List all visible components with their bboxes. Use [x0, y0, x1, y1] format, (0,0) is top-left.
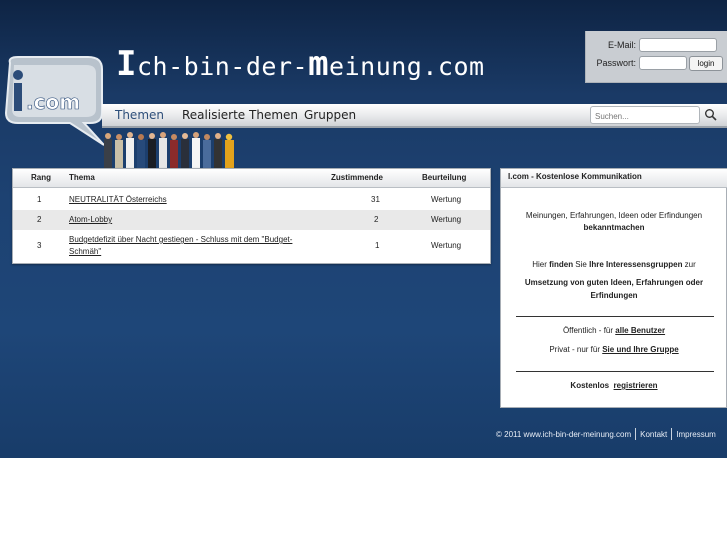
private-access-line: Privat - nur für Sie und Ihre Gruppe — [549, 345, 679, 354]
rank-cell: 1 — [37, 195, 42, 204]
info-panel-title: I.com - Kostenlose Kommunikation — [501, 169, 727, 188]
page-background: .com Ich-bin-der-meinung.com E-Mail: Pas… — [0, 0, 727, 458]
rank-cell: 2 — [37, 215, 42, 224]
column-header-agree: Zustimmende — [331, 173, 384, 182]
logo-speech-bubble[interactable]: .com — [0, 55, 106, 147]
logo-text: .com — [26, 90, 80, 114]
info-text-line1b: bekanntmachen — [583, 223, 645, 232]
all-users-link[interactable]: alle Benutzer — [615, 326, 665, 335]
topic-link[interactable]: NEUTRALITÄT Österreichs — [69, 195, 167, 204]
login-box: E-Mail: Passwort: login — [585, 31, 727, 83]
topic-link[interactable]: Budgetdefizit über Nacht gestiegen - Sch… — [69, 234, 314, 258]
email-label: E-Mail: — [607, 40, 636, 50]
table-header: Rang Thema Zustimmende Beurteilung — [13, 169, 490, 188]
rating-cell[interactable]: Wertung — [431, 195, 461, 204]
password-label: Passwort: — [596, 58, 636, 68]
password-input[interactable] — [639, 56, 687, 70]
nav-item-realisierte-themen[interactable]: Realisierte Themen — [182, 108, 298, 122]
table-row: 2 Atom-Lobby 2 Wertung — [13, 210, 490, 230]
topics-table: Rang Thema Zustimmende Beurteilung 1 NEU… — [12, 168, 491, 264]
nav-item-gruppen[interactable]: Gruppen — [304, 108, 356, 122]
footer-imprint-link[interactable]: Impressum — [676, 430, 716, 439]
login-button[interactable]: login — [689, 56, 723, 71]
info-text-line3: Umsetzung von guten Ideen, Erfahrungen o… — [524, 278, 704, 300]
footer: © 2011 www.ich-bin-der-meinung.com Kontak… — [496, 428, 716, 440]
page: .com Ich-bin-der-meinung.com E-Mail: Pas… — [0, 0, 727, 545]
site-title-prefix: ch-bin-der- — [136, 52, 309, 81]
footer-contact-link[interactable]: Kontakt — [640, 430, 667, 439]
search-input[interactable] — [590, 106, 700, 124]
email-input[interactable] — [639, 38, 717, 52]
table-row: 3 Budgetdefizit über Nacht gestiegen - S… — [13, 230, 490, 263]
divider — [516, 316, 714, 317]
footer-copyright: © 2011 www.ich-bin-der-meinung.com — [496, 429, 632, 439]
site-title-m: m — [308, 44, 330, 84]
info-panel: I.com - Kostenlose Kommunikation Meinung… — [500, 168, 727, 408]
column-header-rating: Beurteilung — [422, 173, 467, 182]
topic-link[interactable]: Atom-Lobby — [69, 215, 112, 224]
main-nav: Themen Realisierte Themen Gruppen — [102, 104, 727, 128]
agree-cell: 31 — [371, 195, 380, 204]
register-line: Kostenlos registrieren — [570, 381, 658, 390]
public-access-line: Öffentlich - für alle Benutzer — [562, 326, 666, 335]
register-link[interactable]: registrieren — [614, 381, 658, 390]
table-row: 1 NEUTRALITÄT Österreichs 31 Wertung — [13, 190, 490, 210]
you-and-group-link[interactable]: Sie und Ihre Gruppe — [602, 345, 678, 354]
nav-item-themen[interactable]: Themen — [115, 108, 164, 122]
people-illustration — [104, 132, 234, 168]
info-text-line2: Hier finden Sie Ihre Interessensgruppen … — [532, 260, 696, 269]
search-icon[interactable] — [704, 108, 718, 122]
agree-cell: 1 — [375, 241, 380, 250]
divider — [516, 371, 714, 372]
site-title[interactable]: Ich-bin-der-meinung.com — [116, 44, 485, 84]
rating-cell[interactable]: Wertung — [431, 241, 461, 250]
column-header-topic: Thema — [69, 173, 95, 182]
rating-cell[interactable]: Wertung — [431, 215, 461, 224]
site-title-suffix: einung.com — [329, 52, 485, 81]
agree-cell: 2 — [374, 215, 379, 224]
rank-cell: 3 — [37, 241, 42, 250]
column-header-rank: Rang — [31, 173, 51, 182]
